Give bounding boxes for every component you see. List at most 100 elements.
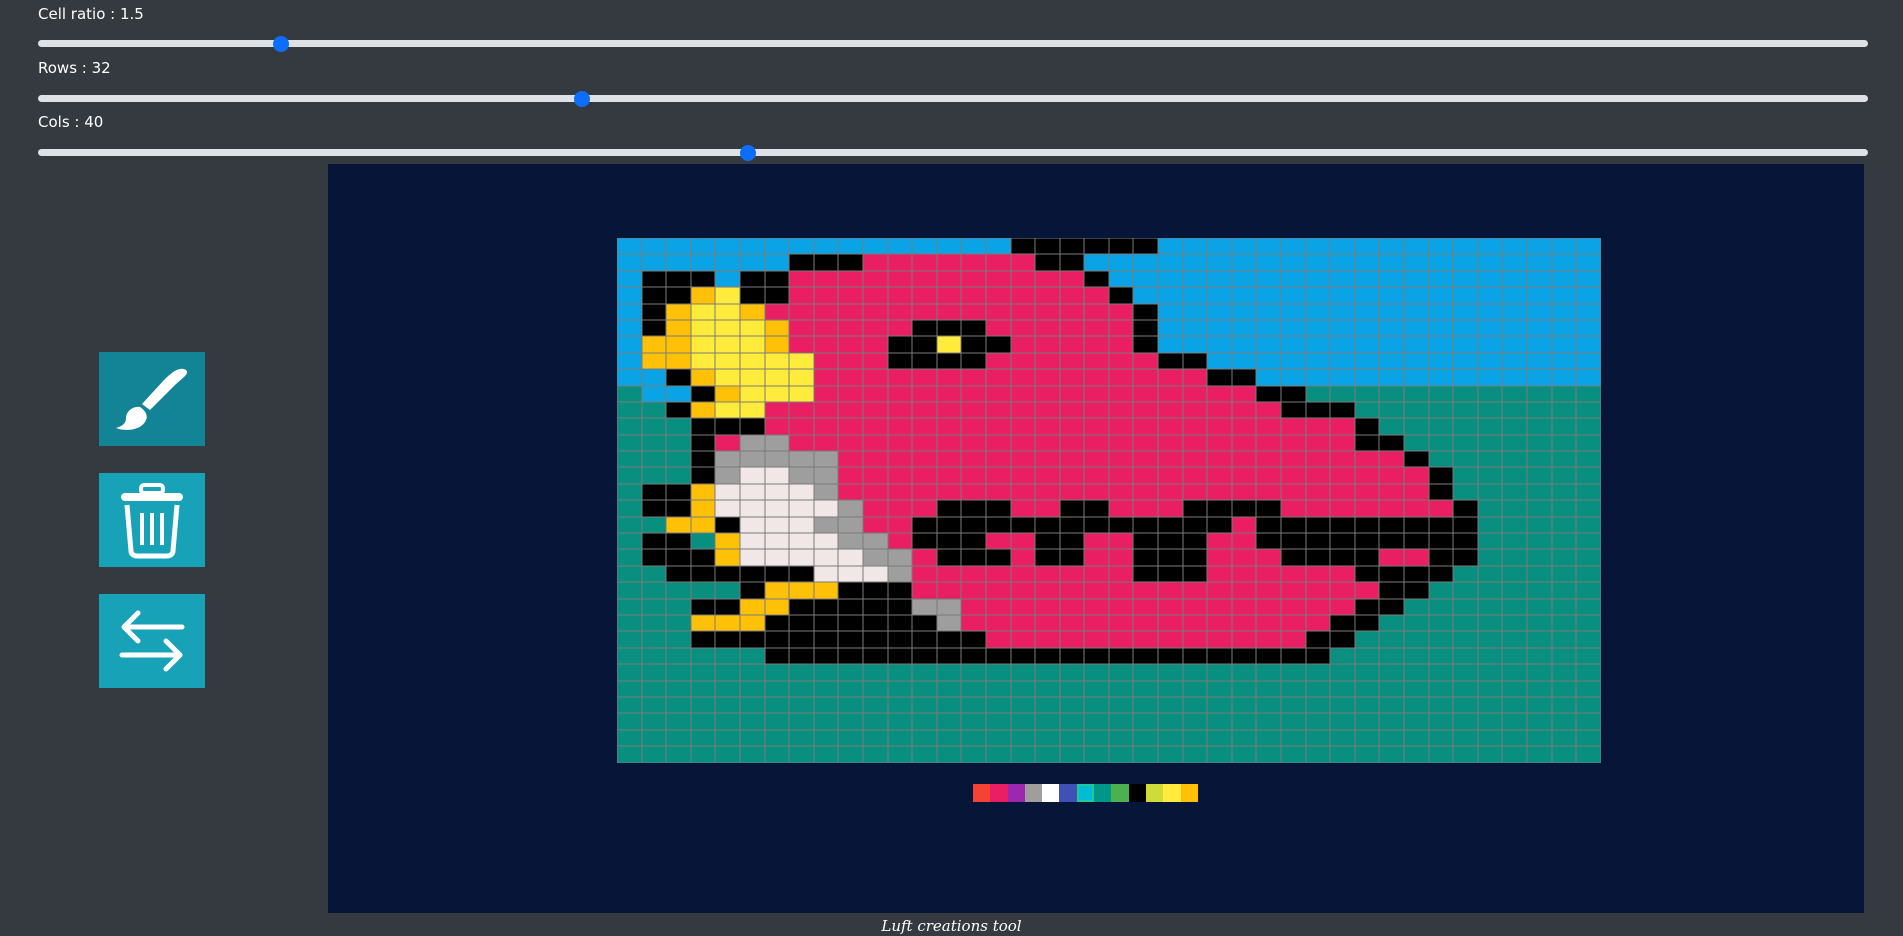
grid-cell[interactable] bbox=[666, 418, 691, 435]
grid-cell[interactable] bbox=[1281, 680, 1306, 697]
grid-cell[interactable] bbox=[936, 270, 962, 288]
grid-cell[interactable] bbox=[1133, 270, 1159, 288]
grid-cell[interactable] bbox=[813, 418, 839, 435]
grid-cell[interactable] bbox=[641, 598, 667, 615]
grid-cell[interactable] bbox=[1354, 434, 1380, 452]
grid-cell[interactable] bbox=[961, 385, 986, 402]
grid-cell[interactable] bbox=[1404, 746, 1429, 763]
grid-cell[interactable] bbox=[813, 713, 839, 730]
grid-cell[interactable] bbox=[789, 319, 814, 337]
grid-cell[interactable] bbox=[1354, 516, 1380, 534]
grid-cell[interactable] bbox=[838, 336, 863, 353]
grid-cell[interactable] bbox=[666, 680, 691, 697]
grid-cell[interactable] bbox=[1158, 582, 1183, 599]
grid-cell[interactable] bbox=[1404, 565, 1429, 583]
grid-cell[interactable] bbox=[1576, 434, 1601, 452]
grid-cell[interactable] bbox=[1354, 287, 1380, 304]
grid-cell[interactable] bbox=[1551, 664, 1577, 681]
grid-cell[interactable] bbox=[1158, 746, 1183, 763]
grid-cell[interactable] bbox=[838, 516, 863, 534]
grid-cell[interactable] bbox=[862, 336, 888, 353]
grid-cell[interactable] bbox=[1133, 434, 1159, 452]
grid-cell[interactable] bbox=[1428, 614, 1454, 632]
grid-cell[interactable] bbox=[1059, 483, 1085, 501]
grid-cell[interactable] bbox=[887, 401, 913, 419]
grid-cell[interactable] bbox=[1526, 303, 1552, 320]
grid-cell[interactable] bbox=[887, 533, 913, 550]
grid-cell[interactable] bbox=[1035, 598, 1060, 615]
grid-cell[interactable] bbox=[1477, 385, 1503, 402]
grid-cell[interactable] bbox=[1477, 549, 1503, 566]
grid-cell[interactable] bbox=[1502, 369, 1527, 386]
grid-cell[interactable] bbox=[739, 598, 765, 615]
grid-cell[interactable] bbox=[862, 729, 888, 747]
grid-cell[interactable] bbox=[1551, 483, 1577, 501]
grid-cell[interactable] bbox=[1108, 598, 1134, 615]
grid-cell[interactable] bbox=[1305, 467, 1331, 484]
grid-cell[interactable] bbox=[764, 598, 790, 615]
grid-cell[interactable] bbox=[1477, 238, 1503, 255]
grid-cell[interactable] bbox=[1379, 287, 1404, 304]
grid-cell[interactable] bbox=[764, 352, 790, 370]
grid-cell[interactable] bbox=[912, 647, 937, 665]
grid-cell[interactable] bbox=[985, 336, 1011, 353]
grid-cell[interactable] bbox=[1010, 533, 1036, 550]
grid-cell[interactable] bbox=[1305, 483, 1331, 501]
grid-cell[interactable] bbox=[1576, 664, 1601, 681]
grid-cell[interactable] bbox=[1133, 401, 1159, 419]
grid-cell[interactable] bbox=[1330, 713, 1355, 730]
grid-cell[interactable] bbox=[1354, 582, 1380, 599]
grid-cell[interactable] bbox=[739, 582, 765, 599]
grid-cell[interactable] bbox=[813, 746, 839, 763]
grid-cell[interactable] bbox=[1477, 270, 1503, 288]
grid-cell[interactable] bbox=[1526, 516, 1552, 534]
grid-cell[interactable] bbox=[887, 746, 913, 763]
grid-cell[interactable] bbox=[690, 238, 716, 255]
grid-cell[interactable] bbox=[739, 303, 765, 320]
grid-cell[interactable] bbox=[617, 614, 642, 632]
grid-cell[interactable] bbox=[1330, 401, 1355, 419]
grid-cell[interactable] bbox=[1281, 614, 1306, 632]
grid-cell[interactable] bbox=[1281, 598, 1306, 615]
grid-cell[interactable] bbox=[1010, 369, 1036, 386]
grid-cell[interactable] bbox=[739, 713, 765, 730]
grid-cell[interactable] bbox=[985, 533, 1011, 550]
grid-cell[interactable] bbox=[690, 319, 716, 337]
grid-cell[interactable] bbox=[1158, 369, 1183, 386]
grid-cell[interactable] bbox=[1231, 500, 1257, 517]
rows-slider-thumb[interactable] bbox=[573, 90, 590, 107]
grid-cell[interactable] bbox=[887, 614, 913, 632]
grid-cell[interactable] bbox=[862, 451, 888, 468]
grid-cell[interactable] bbox=[1354, 483, 1380, 501]
grid-cell[interactable] bbox=[1526, 549, 1552, 566]
grid-cell[interactable] bbox=[887, 287, 913, 304]
grid-cell[interactable] bbox=[1305, 385, 1331, 402]
grid-cell[interactable] bbox=[1059, 369, 1085, 386]
grid-cell[interactable] bbox=[1133, 746, 1159, 763]
grid-cell[interactable] bbox=[1477, 647, 1503, 665]
grid-cell[interactable] bbox=[936, 451, 962, 468]
grid-cell[interactable] bbox=[1010, 418, 1036, 435]
grid-cell[interactable] bbox=[1281, 336, 1306, 353]
grid-cell[interactable] bbox=[961, 287, 986, 304]
grid-cell[interactable] bbox=[1108, 369, 1134, 386]
grid-cell[interactable] bbox=[887, 696, 913, 714]
grid-cell[interactable] bbox=[1526, 631, 1552, 648]
grid-cell[interactable] bbox=[1059, 582, 1085, 599]
grid-cell[interactable] bbox=[1404, 647, 1429, 665]
grid-cell[interactable] bbox=[1281, 713, 1306, 730]
grid-cell[interactable] bbox=[961, 336, 986, 353]
grid-cell[interactable] bbox=[1379, 385, 1404, 402]
grid-cell[interactable] bbox=[1108, 500, 1134, 517]
grid-cell[interactable] bbox=[715, 434, 740, 452]
grid-cell[interactable] bbox=[1428, 303, 1454, 320]
grid-cell[interactable] bbox=[1108, 614, 1134, 632]
grid-cell[interactable] bbox=[1477, 598, 1503, 615]
grid-cell[interactable] bbox=[1477, 614, 1503, 632]
grid-cell[interactable] bbox=[690, 451, 716, 468]
grid-cell[interactable] bbox=[1059, 352, 1085, 370]
grid-cell[interactable] bbox=[985, 647, 1011, 665]
grid-cell[interactable] bbox=[690, 680, 716, 697]
grid-cell[interactable] bbox=[1305, 713, 1331, 730]
grid-cell[interactable] bbox=[1379, 631, 1404, 648]
